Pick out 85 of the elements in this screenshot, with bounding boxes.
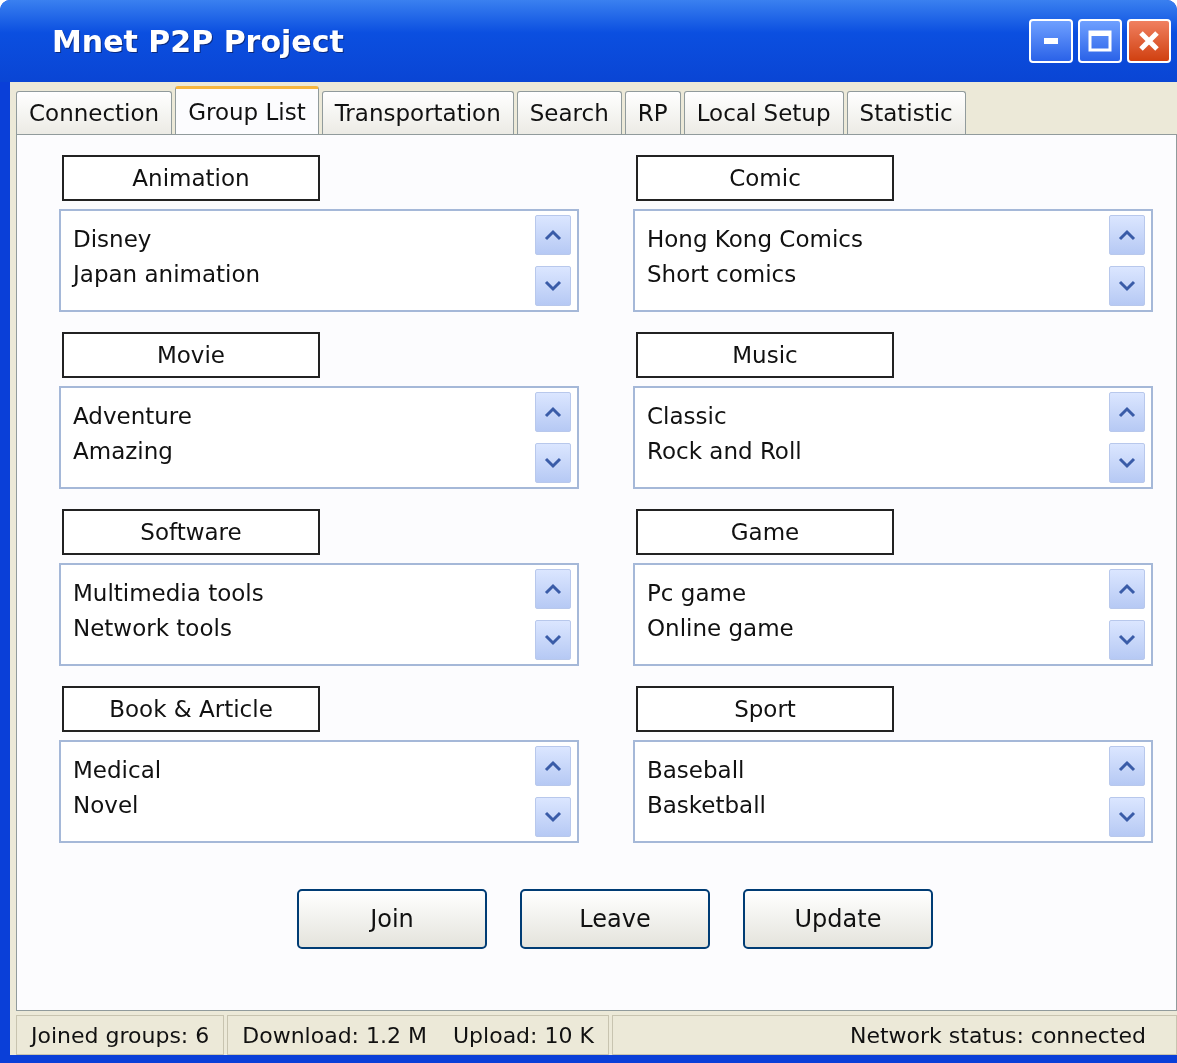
- tab[interactable]: RP: [624, 91, 681, 134]
- close-icon: [1137, 29, 1161, 53]
- group-title: Software: [62, 509, 320, 555]
- scroll-down-button[interactable]: [535, 797, 571, 837]
- minimize-icon: [1044, 38, 1058, 44]
- chevron-down-icon: [1117, 633, 1137, 647]
- window-title: Mnet P2P Project: [52, 23, 344, 59]
- scroll-up-button[interactable]: [1109, 569, 1145, 609]
- scroll-up-button[interactable]: [535, 392, 571, 432]
- scroll-down-button[interactable]: [1109, 620, 1145, 660]
- group-title: Comic: [636, 155, 894, 201]
- minimize-button[interactable]: [1029, 19, 1073, 63]
- group-list[interactable]: Multimedia tools Network tools: [59, 563, 579, 666]
- group-title: Book & Article: [62, 686, 320, 732]
- list-item[interactable]: Basketball: [647, 789, 1095, 822]
- group-list[interactable]: Medical Novel: [59, 740, 579, 843]
- chevron-down-icon: [1117, 810, 1137, 824]
- list-item[interactable]: Pc game: [647, 577, 1095, 610]
- action-button[interactable]: Update: [743, 889, 933, 949]
- group-title: Movie: [62, 332, 320, 378]
- chevron-up-icon: [543, 228, 563, 242]
- scroll-down-button[interactable]: [1109, 443, 1145, 483]
- list-item[interactable]: Network tools: [73, 612, 521, 645]
- chevron-down-icon: [543, 810, 563, 824]
- list-item[interactable]: Baseball: [647, 754, 1095, 787]
- status-text: Network status: connected: [849, 1022, 1146, 1048]
- list-item[interactable]: Adventure: [73, 400, 521, 433]
- chevron-up-icon: [1117, 228, 1137, 242]
- scroll-down-button[interactable]: [1109, 266, 1145, 306]
- maximize-icon: [1088, 30, 1112, 52]
- chevron-down-icon: [1117, 279, 1137, 293]
- tab[interactable]: Group List: [175, 86, 319, 134]
- scroll-up-button[interactable]: [1109, 746, 1145, 786]
- status-text: Upload: 10 K: [453, 1022, 594, 1048]
- list-item[interactable]: Classic: [647, 400, 1095, 433]
- chevron-up-icon: [1117, 582, 1137, 596]
- list-item[interactable]: Multimedia tools: [73, 577, 521, 610]
- list-item[interactable]: Rock and Roll: [647, 435, 1095, 468]
- group-list[interactable]: Hong Kong Comics Short comics: [633, 209, 1153, 312]
- scroll-down-button[interactable]: [535, 266, 571, 306]
- status-text: Joined groups: 6: [31, 1022, 210, 1048]
- scroll-up-button[interactable]: [1109, 215, 1145, 255]
- close-button[interactable]: [1127, 19, 1171, 63]
- scroll-up-button[interactable]: [535, 746, 571, 786]
- scroll-down-button[interactable]: [1109, 797, 1145, 837]
- list-item[interactable]: Online game: [647, 612, 1095, 645]
- group-list[interactable]: Classic Rock and Roll: [633, 386, 1153, 489]
- list-item[interactable]: Medical: [73, 754, 521, 787]
- group-title: Animation: [62, 155, 320, 201]
- tab[interactable]: Statistic: [846, 91, 966, 134]
- list-item[interactable]: Amazing: [73, 435, 521, 468]
- chevron-up-icon: [1117, 759, 1137, 773]
- group-list[interactable]: Disney Japan animation: [59, 209, 579, 312]
- action-button[interactable]: Join: [297, 889, 487, 949]
- scroll-up-button[interactable]: [535, 569, 571, 609]
- chevron-down-icon: [543, 456, 563, 470]
- scroll-down-button[interactable]: [535, 620, 571, 660]
- tab[interactable]: Search: [516, 91, 622, 134]
- scroll-down-button[interactable]: [535, 443, 571, 483]
- scroll-up-button[interactable]: [535, 215, 571, 255]
- chevron-down-icon: [543, 279, 563, 293]
- list-item[interactable]: Disney: [73, 223, 521, 256]
- action-button[interactable]: Leave: [520, 889, 710, 949]
- group-list[interactable]: Pc game Online game: [633, 563, 1153, 666]
- group-title: Music: [636, 332, 894, 378]
- status-text: Download: 1.2 M: [242, 1022, 427, 1048]
- group-list[interactable]: Baseball Basketball: [633, 740, 1153, 843]
- list-item[interactable]: Short comics: [647, 258, 1095, 291]
- tab[interactable]: Connection: [16, 91, 173, 134]
- chevron-up-icon: [543, 759, 563, 773]
- chevron-up-icon: [1117, 405, 1137, 419]
- chevron-up-icon: [543, 582, 563, 596]
- group-title: Game: [636, 509, 894, 555]
- maximize-button[interactable]: [1078, 19, 1122, 63]
- list-item[interactable]: Japan animation: [73, 258, 521, 291]
- chevron-down-icon: [543, 633, 563, 647]
- chevron-up-icon: [543, 405, 563, 419]
- scroll-up-button[interactable]: [1109, 392, 1145, 432]
- group-title: Sport: [636, 686, 894, 732]
- list-item[interactable]: Hong Kong Comics: [647, 223, 1095, 256]
- tab[interactable]: Local Setup: [683, 91, 844, 134]
- group-list[interactable]: Adventure Amazing: [59, 386, 579, 489]
- list-item[interactable]: Novel: [73, 789, 521, 822]
- tab[interactable]: Transportation: [321, 91, 514, 134]
- chevron-down-icon: [1117, 456, 1137, 470]
